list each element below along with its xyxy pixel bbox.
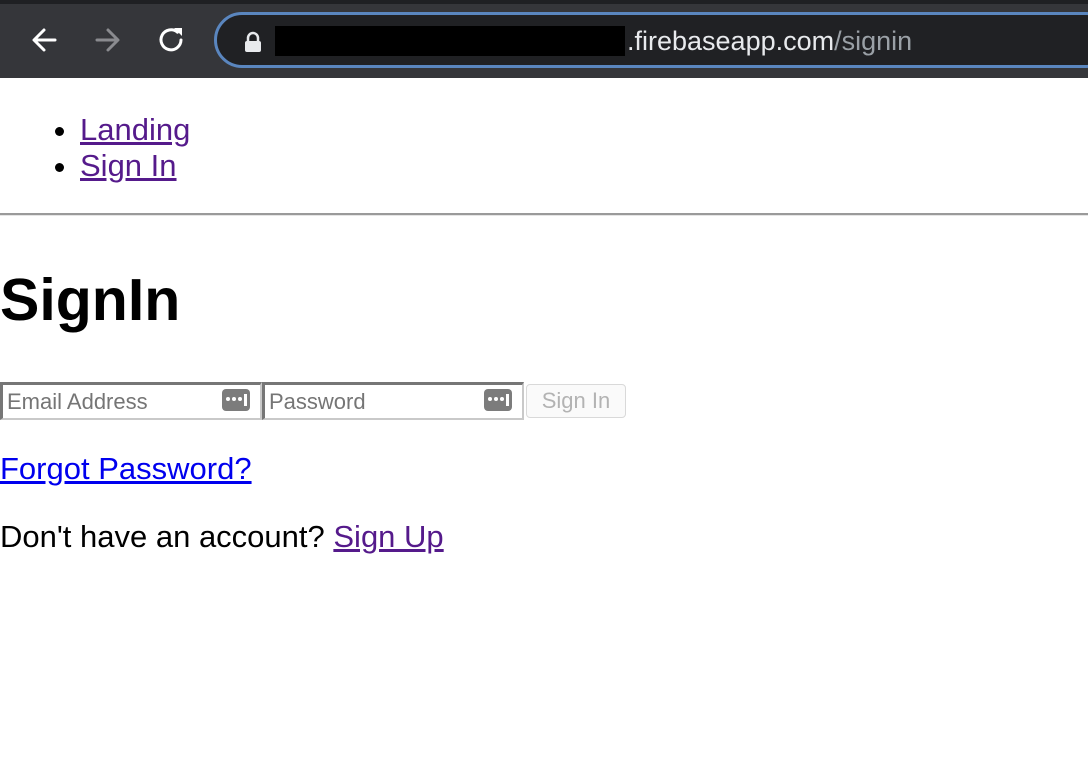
browser-toolbar: .firebaseapp.com/signin bbox=[0, 0, 1088, 78]
cursor-icon bbox=[506, 394, 509, 406]
cursor-icon bbox=[244, 394, 247, 406]
password-field-wrapper bbox=[262, 382, 524, 420]
signup-prompt-text: Don't have an account? bbox=[0, 519, 334, 554]
reload-icon bbox=[159, 28, 183, 52]
dot-icon bbox=[500, 397, 504, 401]
password-manager-icon[interactable] bbox=[222, 389, 250, 411]
site-nav: Landing Sign In bbox=[0, 112, 190, 184]
address-bar[interactable]: .firebaseapp.com/signin bbox=[214, 12, 1088, 68]
signup-link[interactable]: Sign Up bbox=[333, 519, 443, 554]
back-button[interactable] bbox=[27, 23, 61, 57]
email-field-wrapper bbox=[0, 382, 262, 420]
url-host: .firebaseapp.com bbox=[627, 26, 835, 56]
url-text: .firebaseapp.com/signin bbox=[627, 25, 912, 57]
reload-button[interactable] bbox=[155, 23, 189, 57]
signup-prompt: Don't have an account? Sign Up bbox=[0, 519, 444, 555]
password-manager-icon[interactable] bbox=[484, 389, 512, 411]
dot-icon bbox=[494, 397, 498, 401]
dot-icon bbox=[488, 397, 492, 401]
forward-button[interactable] bbox=[91, 23, 125, 57]
page-content: Landing Sign In SignIn Sign bbox=[0, 78, 1088, 758]
forgot-password-link[interactable]: Forgot Password? bbox=[0, 451, 252, 487]
redacted-url-part bbox=[275, 26, 625, 56]
dot-icon bbox=[232, 397, 236, 401]
nav-link-landing[interactable]: Landing bbox=[80, 112, 190, 147]
dot-icon bbox=[238, 397, 242, 401]
arrow-right-icon bbox=[95, 28, 120, 52]
signin-button[interactable]: Sign In bbox=[526, 384, 626, 418]
nav-item-signin: Sign In bbox=[80, 148, 190, 184]
url-path: /signin bbox=[834, 26, 913, 56]
nav-item-landing: Landing bbox=[80, 112, 190, 148]
horizontal-rule bbox=[0, 213, 1088, 216]
lock-icon bbox=[245, 31, 261, 52]
nav-link-signin[interactable]: Sign In bbox=[80, 148, 177, 183]
dot-icon bbox=[226, 397, 230, 401]
arrow-left-icon bbox=[32, 28, 57, 52]
page-title: SignIn bbox=[0, 267, 181, 333]
